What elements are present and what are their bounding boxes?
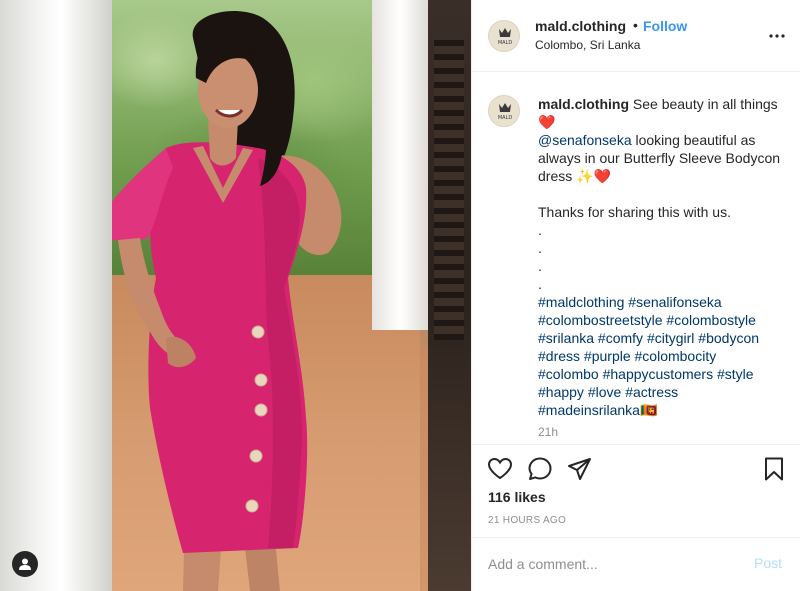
background-window-grill [428,0,471,591]
hashtag[interactable]: #purple [584,348,631,364]
post-header: MALD mald.clothing • Follow Colombo, Sri… [472,0,800,72]
hashtag[interactable]: #madeinsrilanka🇱🇰 [538,402,657,418]
model-figure [93,10,342,591]
hashtag[interactable]: #colombo [538,366,599,382]
hashtag[interactable]: #love [588,384,621,400]
hashtag[interactable]: #dress [538,348,580,364]
hashtag[interactable]: #maldclothing [538,294,624,310]
action-bar: 116 likes 21 HOURS AGO [472,444,800,544]
caption-thanks: Thanks for sharing this with us. [538,204,731,220]
caption-dot: . [538,276,542,292]
svg-text:MALD: MALD [498,115,513,121]
comment-icon[interactable] [526,455,554,483]
heart-icon[interactable] [486,455,514,483]
location-link[interactable]: Colombo, Sri Lanka [535,38,640,52]
hashtag[interactable]: #citygirl [647,330,694,346]
caption-mention[interactable]: @senafonseka [538,132,632,148]
svg-text:MALD: MALD [498,40,513,46]
bookmark-icon[interactable] [760,455,788,483]
caption-dot: . [538,258,542,274]
follow-button[interactable]: Follow [643,18,687,34]
user-tag-icon[interactable] [12,551,38,577]
hashtag[interactable]: #style [717,366,754,382]
background-pillar-right [372,0,430,330]
post-comment-button[interactable]: Post [754,555,782,571]
background-pillar-left [0,0,112,591]
avatar[interactable]: MALD [488,20,520,52]
hashtag[interactable]: #happycustomers [603,366,714,382]
comment-bar: Post [472,537,800,591]
hashtag[interactable]: #colombostyle [666,312,756,328]
likes-count[interactable]: 116 likes [488,489,546,505]
header-separator: • [633,17,638,33]
hashtag[interactable]: #colombostreetstyle [538,312,663,328]
caption-dot: . [538,222,542,238]
post-photo[interactable] [0,0,471,591]
caption-dot: . [538,240,542,256]
share-icon[interactable] [566,455,594,483]
avatar[interactable]: MALD [488,95,520,127]
hashtag[interactable]: #srilanka [538,330,594,346]
caption-text: mald.clothing See beauty in all things ❤… [538,95,790,419]
post-side-panel: MALD mald.clothing • Follow Colombo, Sri… [471,0,800,591]
hashtag[interactable]: #actress [625,384,678,400]
hashtag[interactable]: #senalifonseka [628,294,721,310]
header-username[interactable]: mald.clothing [535,18,626,34]
caption-line1: See beauty in all things [629,96,782,112]
caption-heart: ❤️ [538,114,556,130]
hashtag[interactable]: #bodycon [698,330,759,346]
hashtag[interactable]: #comfy [598,330,643,346]
comment-input[interactable] [488,553,738,575]
more-icon[interactable] [765,24,789,48]
caption-area: MALD mald.clothing See beauty in all thi… [472,73,800,443]
caption-sparkle-heart: ✨❤️ [576,168,611,184]
hashtag[interactable]: #colombocity [635,348,717,364]
caption-username[interactable]: mald.clothing [538,96,629,112]
hashtag[interactable]: #happy [538,384,584,400]
caption-relative-time[interactable]: 21h [538,425,558,439]
post-timestamp[interactable]: 21 HOURS AGO [488,515,566,526]
